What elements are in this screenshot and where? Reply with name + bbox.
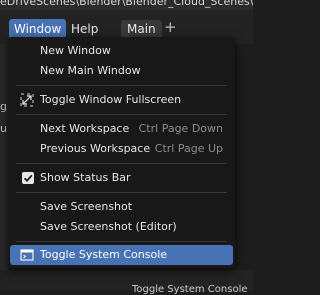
menu-item-new-window[interactable]: New Window (10, 41, 233, 61)
menu-item-label: Save Screenshot (Editor) (40, 220, 177, 233)
menu-window[interactable]: Window (9, 19, 67, 39)
menu-item-label: Next Workspace (40, 122, 130, 135)
shortcut-label: Ctrl Page Up (154, 142, 223, 155)
menu-item-label: Toggle Window Fullscreen (40, 93, 182, 106)
menu-separator (16, 192, 227, 193)
shortcut-label: Ctrl Page Down (138, 122, 223, 135)
left-fragment-1: g (0, 100, 7, 113)
menu-item-toggle-system-console[interactable]: Toggle System Console (10, 245, 233, 265)
window-title-bar: eDriveScenes\Blender\Blender_Cloud_Scene… (0, 0, 253, 10)
menu-item-save-screenshot[interactable]: Save Screenshot (10, 197, 233, 217)
menu-item-show-status-bar[interactable]: Show Status Bar (10, 168, 233, 188)
menu-item-label: Save Screenshot (40, 200, 133, 213)
window-menu-dropdown: New Window New Main Window Toggle Window… (8, 37, 235, 268)
menu-item-label: Show Status Bar (40, 171, 131, 184)
menu-item-save-screenshot-editor[interactable]: Save Screenshot (Editor) (10, 217, 233, 237)
menu-item-previous-workspace[interactable]: Previous Workspace Ctrl Page Up (10, 139, 233, 159)
menu-help[interactable]: Help (66, 19, 103, 39)
menu-item-next-workspace[interactable]: Next Workspace Ctrl Page Down (10, 119, 233, 139)
console-icon (20, 248, 34, 262)
menu-item-label: New Window (40, 44, 111, 57)
fullscreen-icon (20, 93, 34, 107)
left-editor-edge: g ur (0, 44, 12, 291)
menu-item-label: New Main Window (40, 64, 141, 77)
menu-separator (16, 163, 227, 164)
menu-item-label: Previous Workspace (40, 142, 151, 155)
menu-separator (16, 85, 227, 86)
tooltip-label: Toggle System Console (132, 284, 248, 295)
menu-separator (16, 114, 227, 115)
menu-item-label: Toggle System Console (40, 248, 168, 261)
menu-item-toggle-fullscreen[interactable]: Toggle Window Fullscreen (10, 90, 233, 110)
checkbox-icon[interactable] (22, 172, 34, 184)
window-title: eDriveScenes\Blender\Blender_Cloud_Scene… (0, 0, 253, 8)
menu-item-new-main-window[interactable]: New Main Window (10, 61, 233, 81)
menu-separator (16, 241, 227, 242)
add-workspace-button[interactable]: + (164, 18, 177, 36)
